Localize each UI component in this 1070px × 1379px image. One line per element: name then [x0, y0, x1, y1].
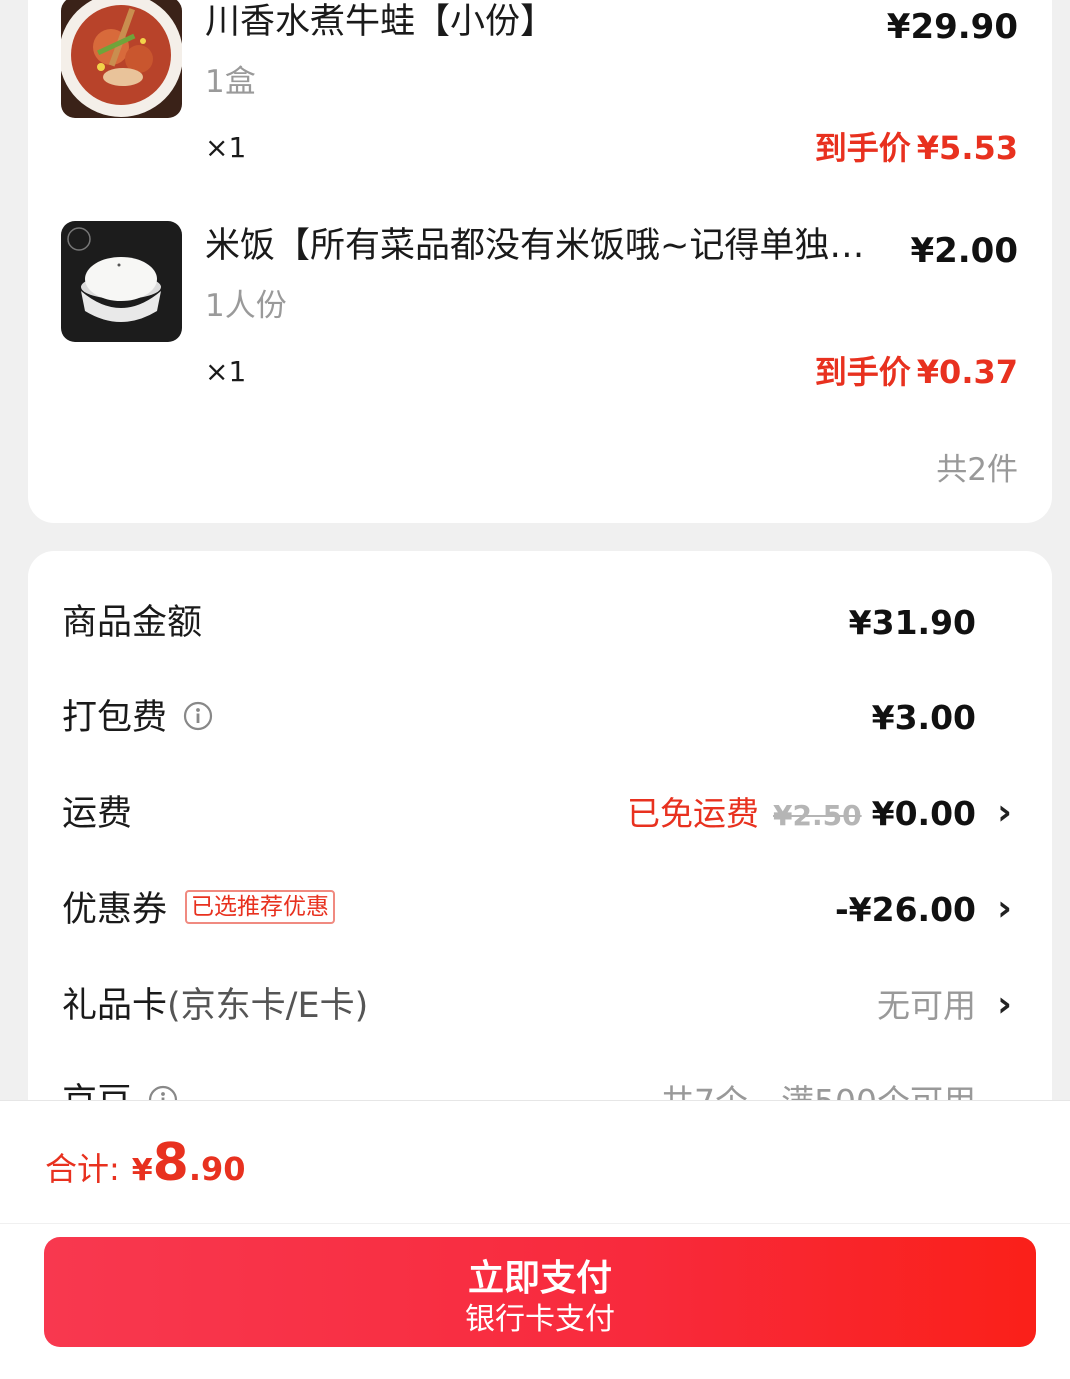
goods-amount-label: 商品金额: [62, 603, 203, 643]
goods-amount-row: 商品金额 ¥31.90: [28, 593, 1052, 653]
gift-card-value: 无可用: [877, 986, 976, 1025]
food-image-bullfrog: [61, 0, 182, 118]
final-price-value: ¥5.53: [916, 129, 1018, 167]
item-spec: 1盒: [205, 64, 256, 100]
order-confirm-page: 川香水煮牛蛙【小份】 1盒 ×1 ¥29.90 到手价 ¥5.53 米饭【所有菜品: [0, 0, 1070, 1379]
chevron-right-icon[interactable]: ›: [997, 880, 1012, 938]
item-final-price: 到手价 ¥0.37: [815, 352, 1018, 392]
item-name: 川香水煮牛蛙【小份】: [205, 2, 556, 42]
shipping-value-group: 已免运费 ¥2.50 ¥0.00: [627, 784, 976, 846]
info-icon[interactable]: [183, 701, 213, 731]
final-price-label: 到手价: [814, 129, 911, 167]
gift-card-row[interactable]: 礼品卡(京东卡/E卡) 无可用 ›: [28, 976, 1052, 1036]
chevron-right-icon[interactable]: ›: [997, 976, 1012, 1034]
divider: [0, 1223, 1070, 1224]
pay-button-title: 立即支付: [467, 1257, 612, 1298]
packing-fee-row: 打包费 ¥3.00: [28, 688, 1052, 748]
item-quantity: ×1: [205, 131, 247, 164]
item-price: ¥2.00: [910, 231, 1018, 271]
coupon-row[interactable]: 优惠券 已选推荐优惠 -¥26.00 ›: [28, 880, 1052, 940]
coupon-value: -¥26.00: [834, 890, 976, 929]
original-shipping-price: ¥2.50: [773, 799, 862, 832]
coupon-label: 优惠券: [62, 890, 168, 930]
pay-now-button[interactable]: 立即支付 银行卡支付: [44, 1237, 1036, 1347]
shipping-row[interactable]: 运费 已免运费 ¥2.50 ¥0.00 ›: [28, 784, 1052, 844]
total-label: 合计:: [45, 1150, 120, 1188]
item-price: ¥29.90: [886, 7, 1018, 47]
food-image-rice: [61, 221, 182, 342]
gift-card-label-suffix: (京东卡/E卡): [167, 986, 369, 1026]
chevron-right-icon[interactable]: ›: [997, 784, 1012, 842]
item-total-count: 共2件: [936, 452, 1018, 488]
order-items-card: 川香水煮牛蛙【小份】 1盒 ×1 ¥29.90 到手价 ¥5.53 米饭【所有菜品: [28, 0, 1052, 523]
pay-button-subtitle: 银行卡支付: [465, 1303, 615, 1336]
item-quantity: ×1: [205, 355, 247, 388]
coupon-label-wrap: 优惠券 已选推荐优惠: [62, 880, 336, 940]
packing-fee-value: ¥3.00: [871, 698, 976, 737]
order-total: 合计: ¥8.90: [45, 1133, 246, 1193]
item-name: 米饭【所有菜品都没有米饭哦~记得单独下单】: [205, 226, 875, 266]
free-shipping-text: 已免运费: [627, 794, 760, 833]
total-decimal: .90: [188, 1150, 246, 1188]
goods-amount-value: ¥31.90: [848, 603, 976, 642]
final-price-value: ¥0.37: [916, 353, 1018, 391]
shipping-value: ¥0.00: [871, 794, 976, 833]
item-spec: 1人份: [205, 288, 287, 324]
final-price-label: 到手价: [814, 353, 911, 391]
total-currency: ¥: [131, 1153, 153, 1188]
price-detail-card: 商品金额 ¥31.90 打包费 ¥3.00 运费 已免运费 ¥2.50 ¥0.00 …: [28, 551, 1052, 1171]
gift-card-label: 礼品卡: [62, 986, 168, 1026]
packing-fee-label-wrap: 打包费: [62, 688, 213, 748]
total-integer: 8: [152, 1133, 189, 1193]
gift-card-label-wrap: 礼品卡(京东卡/E卡): [62, 976, 368, 1036]
coupon-badge: 已选推荐优惠: [185, 890, 336, 924]
checkout-bar: 合计: ¥8.90 立即支付 银行卡支付: [0, 1100, 1070, 1379]
item-final-price: 到手价 ¥5.53: [815, 128, 1018, 168]
packing-fee-label: 打包费: [62, 698, 168, 738]
shipping-label: 运费: [62, 794, 133, 834]
